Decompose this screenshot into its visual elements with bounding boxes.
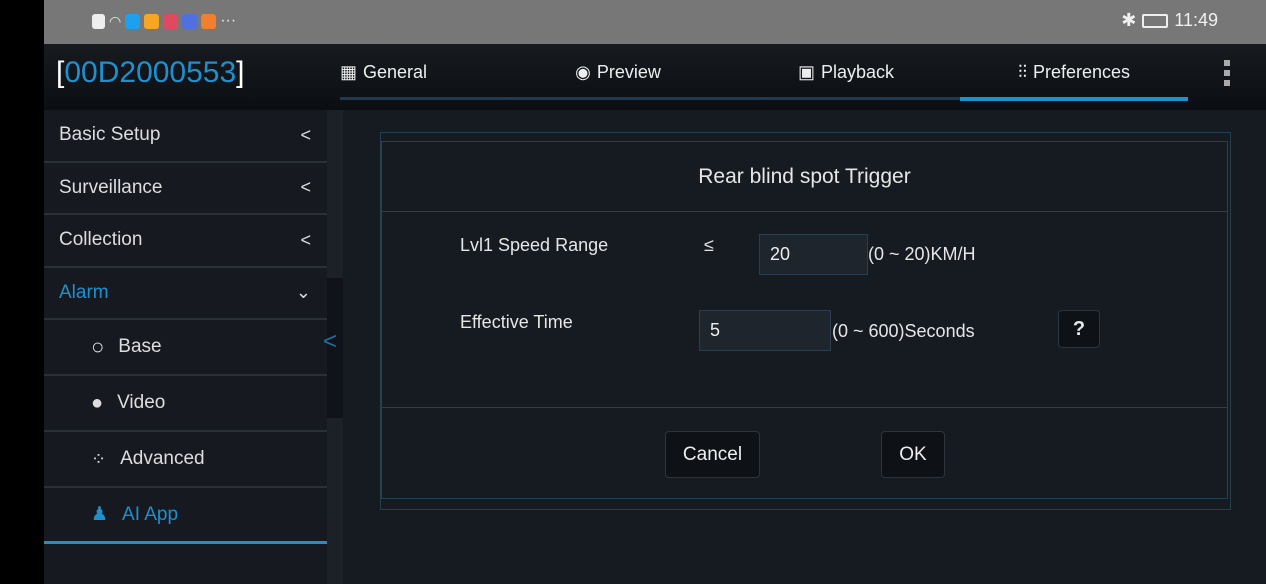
sidebar-item-basic-setup[interactable]: Basic Setup < (44, 110, 327, 163)
cancel-button[interactable]: Cancel (665, 431, 760, 478)
dots-spinner-icon: ⁘ (91, 448, 107, 469)
chevron-left-icon: < (323, 328, 338, 355)
effective-time-label: Effective Time (460, 312, 573, 332)
trigger-dialog: Rear blind spot Trigger Lvl1 Speed Range… (381, 141, 1228, 499)
status-bar: ◠ ··· ✱ 11:49 (44, 0, 1266, 44)
wifi-icon: ◠ (109, 12, 122, 29)
chevron-left-icon: < (300, 177, 311, 198)
bluetooth-icon: ✱ (1121, 10, 1137, 30)
clock: 11:49 (1174, 10, 1218, 30)
sidebar-item-ai-app[interactable]: ♟ AI App (44, 488, 327, 544)
sliders-icon: ⫶⫶ (1017, 61, 1027, 82)
sidebar: Basic Setup < Surveillance < Collection < A… (44, 110, 327, 584)
more-menu-button[interactable] (1224, 60, 1230, 90)
sidebar-item-alarm[interactable]: Alarm ⌄ (44, 268, 327, 320)
speed-range-hint: (0 ~ 20)KM/H (868, 244, 976, 264)
chevron-left-icon: < (300, 229, 311, 250)
sidebar-collapse-handle[interactable]: < (323, 278, 343, 418)
book-app-icon (163, 13, 179, 29)
sidebar-item-surveillance[interactable]: Surveillance < (44, 163, 327, 215)
device-id: [00D2000553] (56, 56, 245, 89)
more-icon: ··· (220, 12, 237, 29)
alert-icon (92, 13, 105, 29)
battery-charging-icon (1142, 13, 1169, 28)
shield-app-icon (144, 13, 160, 29)
sidebar-item-base[interactable]: ○ Base (44, 320, 327, 376)
music-app-icon (182, 13, 198, 29)
ok-button[interactable]: OK (881, 431, 945, 478)
tab-general[interactable]: ▦ General (340, 44, 500, 100)
eye-icon: ◉ (575, 61, 591, 82)
selected-tab-indicator (960, 97, 1188, 101)
video-app-icon (201, 13, 217, 29)
doctor-icon: ♟ (91, 504, 109, 525)
speed-range-input[interactable]: 20 (759, 234, 868, 275)
tab-preview[interactable]: ◉ Preview (504, 44, 732, 100)
sidebar-item-advanced[interactable]: ⁘ Advanced (44, 432, 327, 488)
sidebar-item-collection[interactable]: Collection < (44, 215, 327, 268)
dialog-title: Rear blind spot Trigger (382, 142, 1227, 212)
search-app-icon (125, 13, 141, 29)
dialog-divider (382, 407, 1227, 408)
speed-range-label: Lvl1 Speed Range (460, 235, 609, 255)
effective-time-input[interactable]: 5 (699, 310, 831, 351)
effective-time-hint: (0 ~ 600)Seconds (832, 321, 975, 341)
chevron-left-icon: < (300, 124, 311, 145)
speed-operator: ≤ (704, 235, 714, 255)
top-header: [00D2000553] ▦ General ◉ Preview ▣ Playback… (44, 44, 1266, 110)
tab-playback[interactable]: ▣ Playback (732, 44, 960, 100)
chevron-down-icon: ⌄ (295, 282, 311, 303)
tab-preferences[interactable]: ⫶⫶ Preferences (960, 44, 1188, 100)
film-icon: ▣ (797, 61, 815, 82)
circle-icon: ○ (91, 334, 105, 359)
sidebar-item-video[interactable]: ● Video (44, 376, 327, 432)
help-button[interactable]: ? (1058, 310, 1100, 348)
grid-icon: ▦ (340, 61, 358, 82)
globe-icon: ● (91, 391, 104, 414)
